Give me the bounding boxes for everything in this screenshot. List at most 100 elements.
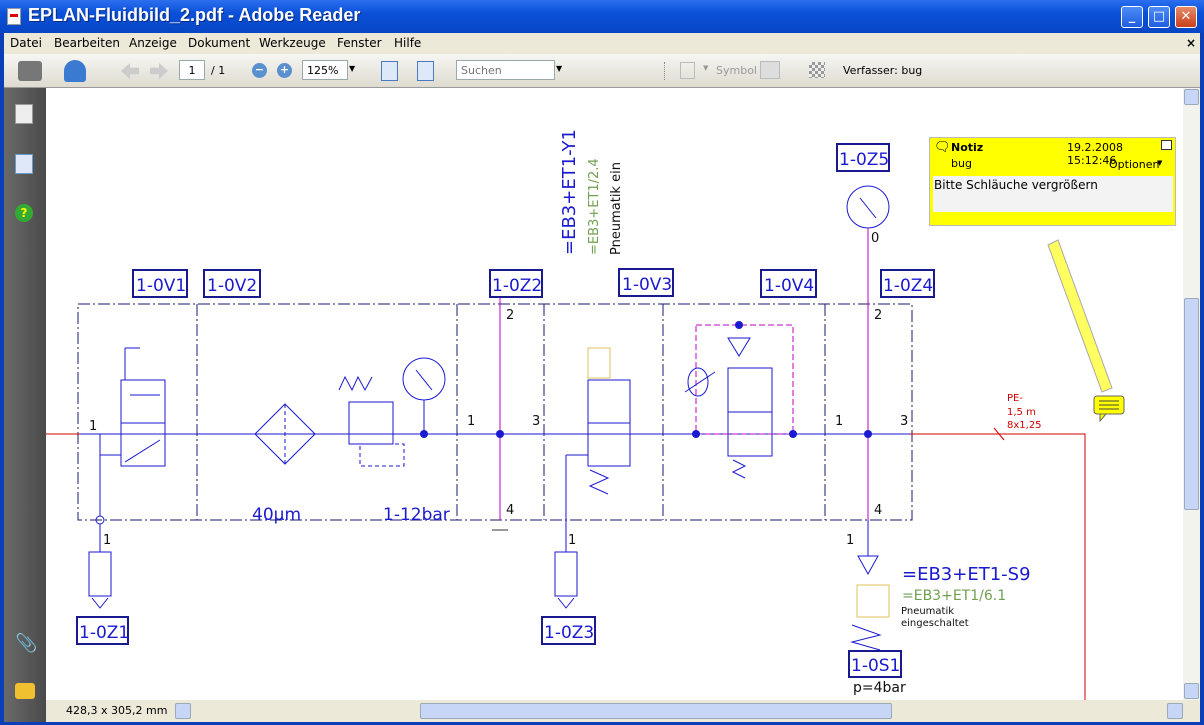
vertical-scrollbar[interactable] xyxy=(1183,88,1200,700)
s9-description-1: Pneumatik xyxy=(901,606,954,617)
menu-bearbeiten[interactable]: Bearbeiten xyxy=(54,36,120,50)
menu-bar: Datei Bearbeiten Anzeige Dokument Werkze… xyxy=(4,33,1200,54)
hose-size: 8x1,25 xyxy=(1007,420,1042,431)
attachment-icon[interactable]: 📎 xyxy=(15,633,37,654)
menu-hilfe[interactable]: Hilfe xyxy=(394,36,421,50)
scroll-up-button[interactable] xyxy=(1184,89,1199,105)
menu-anzeige[interactable]: Anzeige xyxy=(129,36,177,50)
s9-page-ref: =EB3+ET1/6.1 xyxy=(902,588,1006,604)
pressure-gauge-z5 xyxy=(846,185,890,229)
port-label: 4 xyxy=(874,503,882,518)
y1-description: Pneumatik ein xyxy=(609,162,624,255)
transparency-icon[interactable] xyxy=(809,62,825,78)
note-marker-icon[interactable] xyxy=(1093,395,1125,423)
horizontal-scroll-thumb[interactable] xyxy=(420,703,892,719)
zoom-out-icon[interactable]: − xyxy=(252,63,267,78)
regulator-range: 1-12bar xyxy=(383,505,450,525)
label-v2: 1-0V2 xyxy=(207,276,257,296)
vertical-scroll-thumb[interactable] xyxy=(1184,298,1199,510)
author-label: Verfasser: bug xyxy=(843,64,923,77)
comments-icon[interactable] xyxy=(15,683,35,699)
zoom-input[interactable]: 125% xyxy=(302,60,348,80)
gauge-zero: 0 xyxy=(871,231,879,246)
page-total: / 1 xyxy=(211,64,226,77)
note-icon: 🗨 xyxy=(934,140,951,155)
zoom-dropdown-icon[interactable]: ▼ xyxy=(349,64,355,73)
port-label: 1 xyxy=(89,419,97,434)
label-z3: 1-0Z3 xyxy=(544,623,594,643)
port-label: 2 xyxy=(874,308,882,323)
minimize-button[interactable]: _ xyxy=(1121,6,1143,28)
note-minimize-button[interactable] xyxy=(1161,140,1172,150)
print-icon[interactable] xyxy=(18,61,42,81)
pdf-icon xyxy=(7,8,21,25)
hose-type: PE- xyxy=(1007,393,1023,404)
search-dropdown-icon[interactable]: ▼ xyxy=(556,64,562,73)
scroll-right-button[interactable] xyxy=(1167,703,1183,719)
pressure-gauge xyxy=(402,357,446,401)
port-label: 1 xyxy=(103,533,111,548)
pages-icon[interactable] xyxy=(15,104,33,124)
port-label: 1 xyxy=(835,414,843,429)
previous-page-icon[interactable] xyxy=(121,63,139,79)
search-input[interactable] xyxy=(456,60,555,80)
port-label: 3 xyxy=(900,414,908,429)
y1-reference: =EB3+ET1-Y1 xyxy=(559,129,580,255)
pressure-regulator xyxy=(348,401,394,445)
port-label: 1 xyxy=(846,533,854,548)
window-title: EPLAN-Fluidbild_2.pdf - Adobe Reader xyxy=(28,5,361,25)
bookmarks-icon[interactable] xyxy=(15,154,33,174)
page-number-input[interactable]: 1 xyxy=(179,60,205,80)
note-author: bug xyxy=(951,157,972,170)
menu-werkzeuge[interactable]: Werkzeuge xyxy=(259,36,326,50)
maximize-button[interactable]: □ xyxy=(1148,6,1170,28)
note-options-button[interactable]: Optionen xyxy=(1109,158,1159,171)
page-size: 428,3 x 305,2 mm xyxy=(66,704,168,717)
status-bar: 428,3 x 305,2 mm xyxy=(46,700,1200,722)
port-label: 4 xyxy=(506,503,514,518)
port-label: 1 xyxy=(568,533,576,548)
comment-icon[interactable] xyxy=(760,61,780,79)
fit-page-icon[interactable] xyxy=(417,61,434,81)
label-v1: 1-0V1 xyxy=(136,276,186,296)
email-icon[interactable] xyxy=(64,60,86,82)
silencer-z3 xyxy=(554,551,578,597)
title-bar: EPLAN-Fluidbild_2.pdf - Adobe Reader _ □… xyxy=(0,0,1204,33)
label-s1: 1-0S1 xyxy=(851,656,900,676)
label-v3: 1-0V3 xyxy=(622,275,672,295)
label-z2: 1-0Z2 xyxy=(492,276,542,296)
silencer-z1 xyxy=(88,551,112,597)
label-z1: 1-0Z1 xyxy=(79,623,129,643)
zoom-in-icon[interactable]: + xyxy=(277,63,292,78)
label-z4: 1-0Z4 xyxy=(883,276,933,296)
filter-size: 40µm xyxy=(252,505,301,525)
menu-fenster[interactable]: Fenster xyxy=(337,36,382,50)
circuit-frame xyxy=(77,303,913,521)
symbol-label[interactable]: Symbol xyxy=(716,64,757,77)
port-label: 1 xyxy=(467,414,475,429)
port-label: 2 xyxy=(506,308,514,323)
label-z5: 1-0Z5 xyxy=(839,150,889,170)
close-button[interactable]: ✕ xyxy=(1175,6,1197,28)
note-text[interactable]: Bitte Schläuche vergrößern xyxy=(933,176,1173,212)
note-popup[interactable]: 🗨 Notiz 19.2.2008 15:12:46 bug Optionen … xyxy=(929,137,1176,226)
fit-width-icon[interactable] xyxy=(381,61,398,81)
navigation-panel: ? 📎 xyxy=(4,88,46,722)
toolbar: 1 / 1 − + 125% ▼ ▼ ▼ Symbol Verfasser: b… xyxy=(4,54,1200,88)
s9-reference: =EB3+ET1-S9 xyxy=(902,564,1031,585)
scroll-left-button[interactable] xyxy=(175,703,191,719)
hose-length: 1,5 m xyxy=(1007,407,1036,418)
help-icon[interactable]: ? xyxy=(15,204,33,222)
next-page-icon[interactable] xyxy=(150,63,168,79)
y1-page-ref: =EB3+ET1/2.4 xyxy=(587,158,602,255)
s9-description-2: eingeschaltet xyxy=(901,618,969,629)
note-title: Notiz xyxy=(951,141,984,154)
menu-datei[interactable]: Datei xyxy=(10,36,42,50)
menu-dokument[interactable]: Dokument xyxy=(188,36,250,50)
document-close-button[interactable]: × xyxy=(1186,36,1196,50)
label-v4: 1-0V4 xyxy=(764,276,814,296)
port-label: 3 xyxy=(532,414,540,429)
pressure-setting: p=4bar xyxy=(853,680,906,696)
highlight-icon[interactable] xyxy=(680,62,695,79)
scroll-down-button[interactable] xyxy=(1184,683,1199,699)
